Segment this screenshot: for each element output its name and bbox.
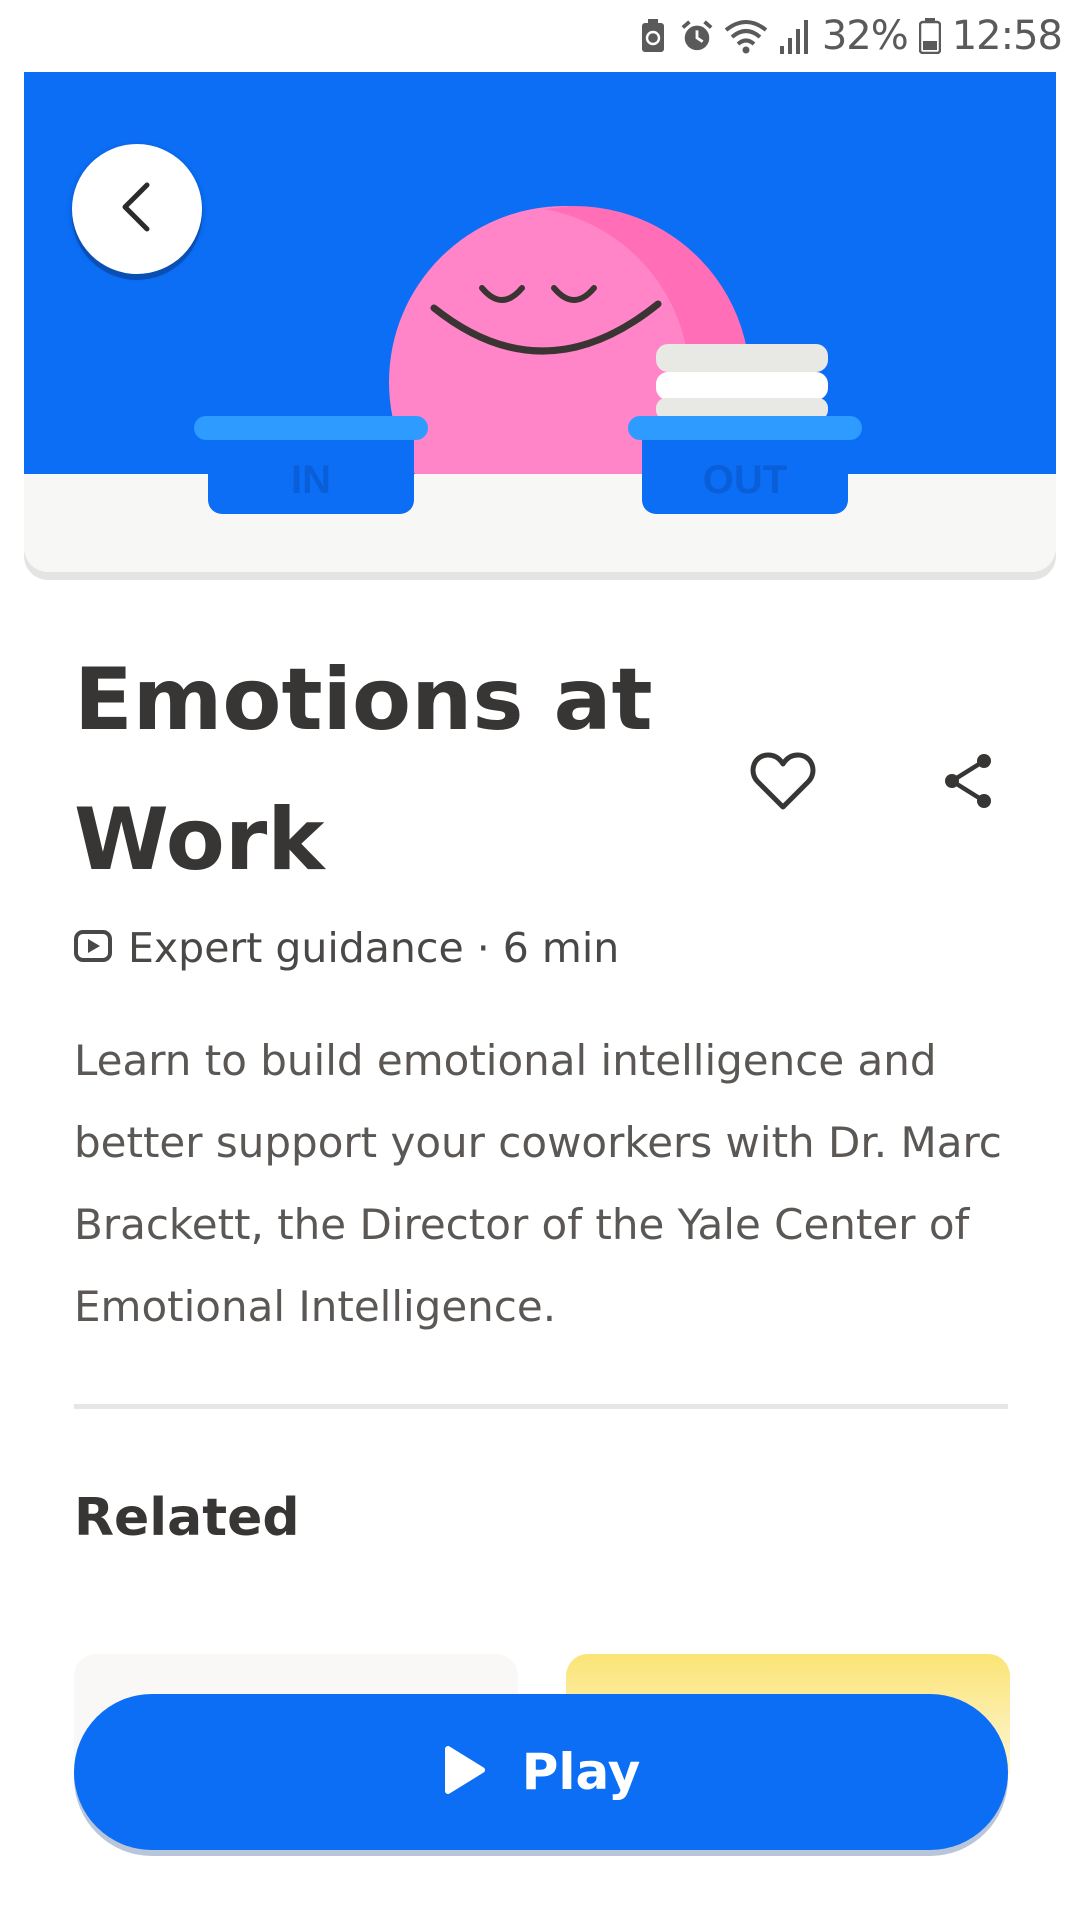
tray-out-label: OUT	[703, 458, 787, 502]
alarm-icon	[680, 16, 714, 56]
session-meta: Expert guidance · 6 min	[128, 924, 620, 972]
battery-saver-icon	[636, 16, 670, 56]
meta-row: Expert guidance · 6 min	[74, 918, 619, 978]
back-button[interactable]	[72, 144, 202, 274]
session-description: Learn to build emotional intelligence an…	[74, 1036, 1002, 1331]
divider	[74, 1404, 1008, 1409]
battery-icon	[918, 16, 942, 56]
heart-icon	[750, 751, 816, 816]
title-block: Emotions at Work	[74, 650, 694, 910]
hero-card: IN OUT	[24, 72, 1056, 572]
play-icon	[442, 1745, 486, 1800]
share-icon	[942, 753, 994, 814]
play-label: Play	[521, 1743, 641, 1801]
share-button[interactable]	[938, 748, 998, 818]
chevron-left-icon	[117, 181, 157, 238]
play-button[interactable]: Play	[74, 1694, 1008, 1850]
status-time: 12:58	[951, 13, 1063, 59]
status-bar: 32% 12:58	[0, 0, 1080, 72]
hero-illustration: IN OUT	[24, 72, 1056, 572]
video-icon	[74, 929, 112, 967]
battery-percent: 32%	[821, 13, 909, 59]
favorite-button[interactable]	[748, 748, 818, 818]
wifi-icon	[724, 16, 768, 56]
page-title: Emotions at Work	[74, 650, 653, 890]
signal-icon	[778, 16, 812, 56]
tray-in-label: IN	[291, 458, 331, 502]
related-heading: Related	[74, 1488, 300, 1548]
